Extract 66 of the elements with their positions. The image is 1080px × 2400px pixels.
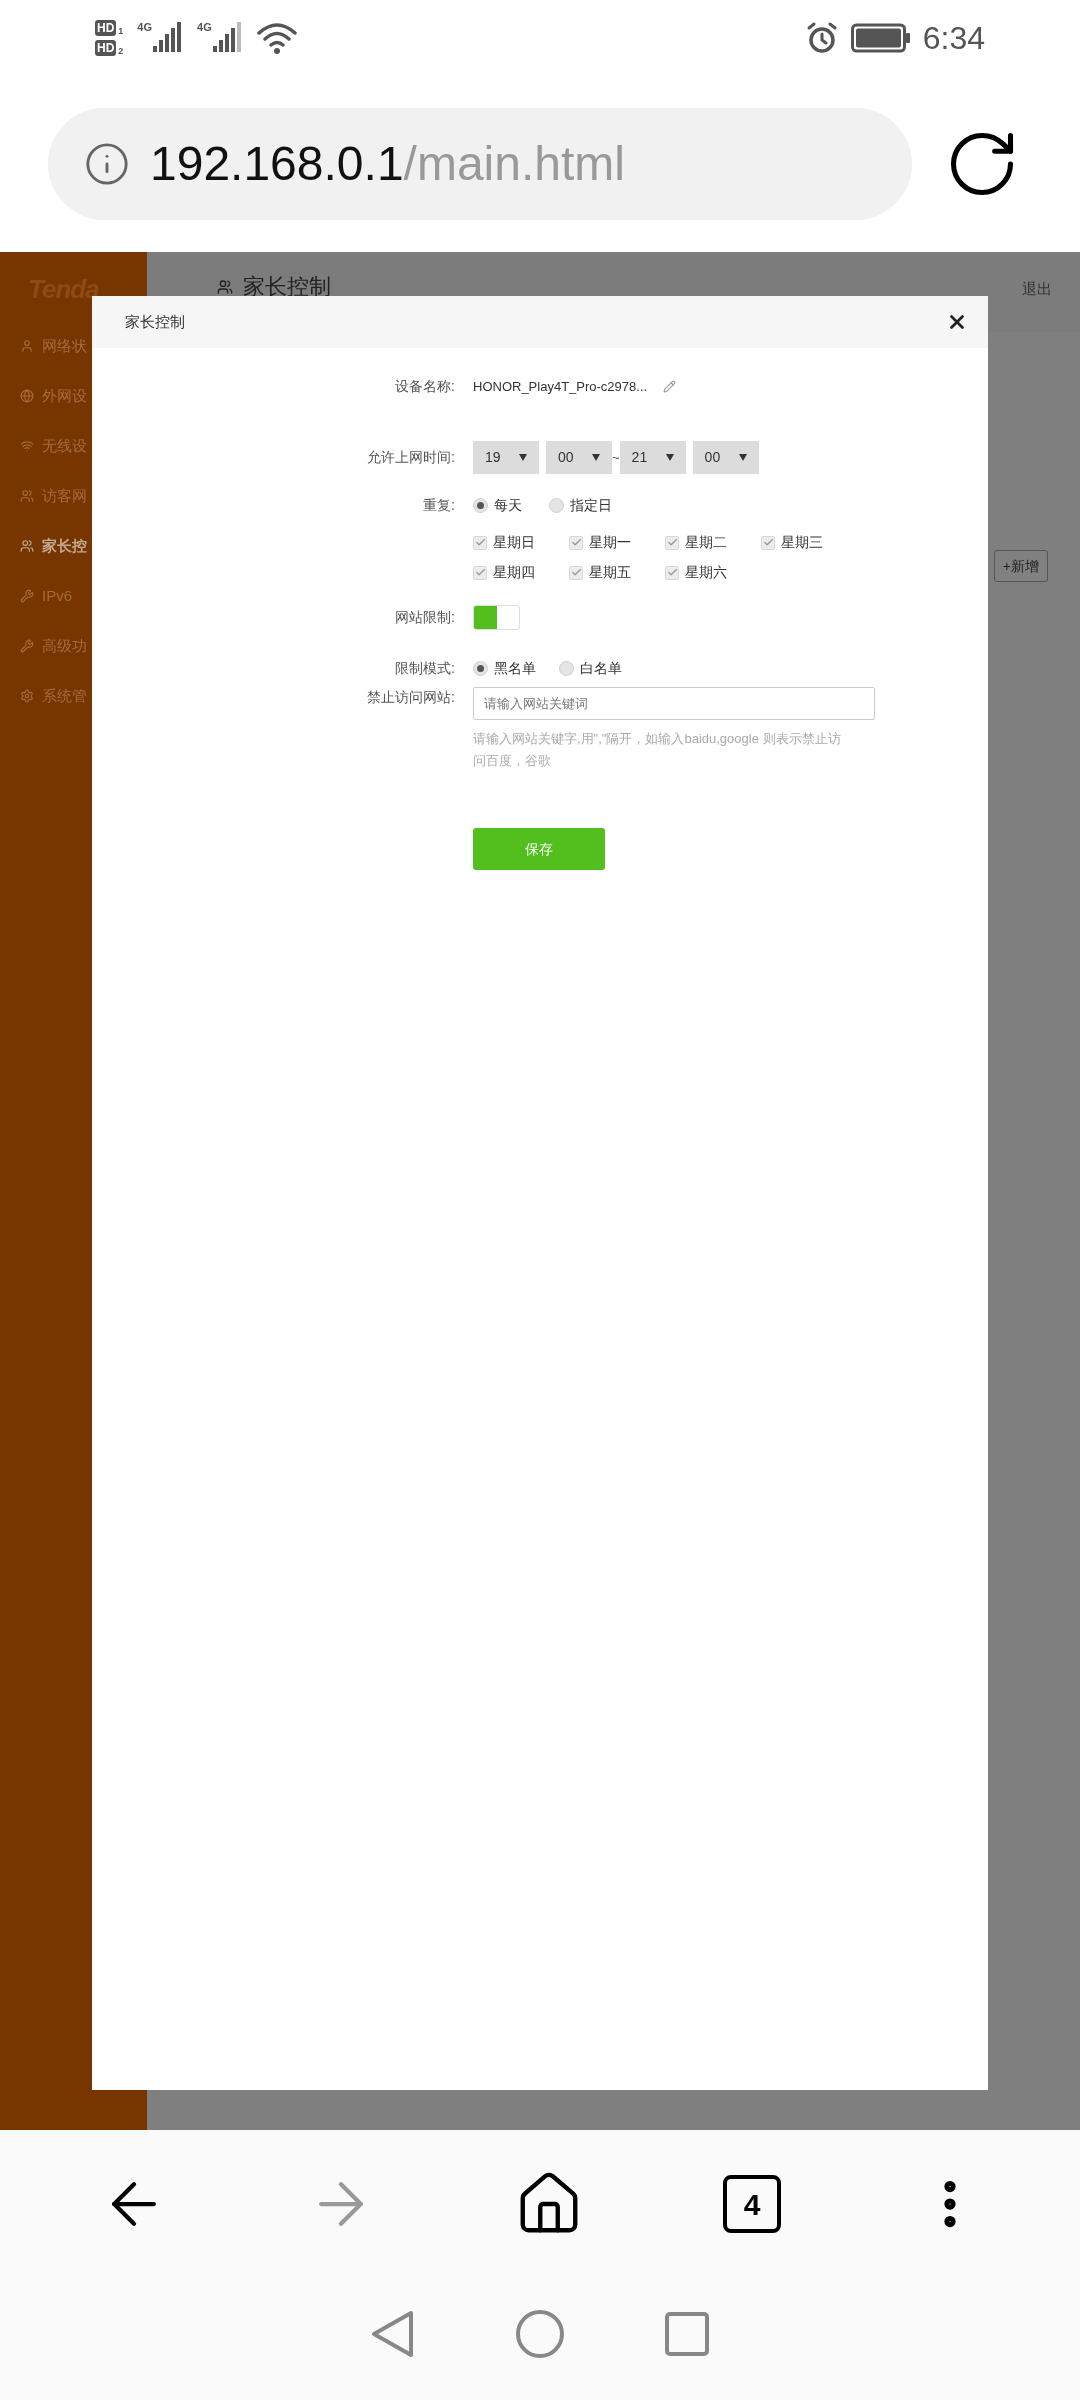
- radio-button[interactable]: [559, 661, 574, 676]
- checkbox-label: 星期三: [781, 533, 823, 552]
- keyword-input[interactable]: 请输入网站关键词: [473, 687, 875, 720]
- device-name: HONOR_Play4T_Pro-c2978...: [473, 377, 648, 396]
- sidebar-item[interactable]: IPv6: [0, 571, 147, 621]
- checkbox-label: 星期二: [685, 533, 727, 552]
- field-label: 允许上网时间:: [367, 448, 455, 467]
- radio-label: 指定日: [570, 496, 612, 515]
- field-label: 禁止访问网站:: [367, 688, 455, 707]
- sidebar-item[interactable]: 家长控: [0, 521, 147, 571]
- network-type: 4G: [137, 21, 153, 33]
- toggle-switch[interactable]: [473, 605, 520, 630]
- save-button[interactable]: 保存: [473, 828, 605, 870]
- checkbox-label: 星期五: [589, 563, 631, 582]
- address-bar[interactable]: 192.168.0.1/main.html: [48, 107, 912, 220]
- checkbox-label: 星期六: [685, 563, 727, 582]
- back-nav-icon[interactable]: [371, 2310, 415, 2358]
- sim-badge: HD: [95, 39, 117, 56]
- page-title: 家长控制: [243, 273, 331, 301]
- sidebar-item[interactable]: 无线设: [0, 421, 147, 471]
- time-select[interactable]: 00: [546, 441, 612, 474]
- info-icon[interactable]: [84, 140, 130, 187]
- sim-badge: HD: [95, 19, 117, 36]
- caret-icon: [519, 454, 527, 461]
- sim-slot: 2: [118, 46, 124, 56]
- field-label: 网站限制:: [395, 608, 455, 627]
- hint-text: 请输入网站关键字,用","隔开，如输入baidu,google 则表示禁止访问百度，谷歌: [473, 730, 842, 770]
- battery-icon: [850, 22, 911, 53]
- checkbox-label: 星期一: [589, 533, 631, 552]
- logout-link[interactable]: 退出: [1022, 278, 1052, 301]
- time-select[interactable]: 19: [473, 441, 539, 474]
- home-nav-icon[interactable]: [515, 2309, 565, 2359]
- caret-icon: [738, 454, 747, 461]
- recents-nav-icon[interactable]: [665, 2312, 709, 2356]
- caret-icon: [665, 454, 674, 461]
- sim-slot: 1: [118, 26, 124, 36]
- radio-button[interactable]: [473, 498, 488, 513]
- caret-icon: [592, 454, 600, 461]
- radio-button[interactable]: [473, 661, 488, 676]
- users-icon: [217, 278, 233, 295]
- tab-count-button[interactable]: 4: [723, 2175, 782, 2233]
- network-type: 4G: [197, 21, 212, 33]
- clock-time: 6:34: [922, 18, 985, 58]
- edit-icon[interactable]: [663, 380, 677, 393]
- sidebar-item[interactable]: 高级功: [0, 621, 147, 671]
- checkbox-label: 星期日: [493, 533, 535, 552]
- sidebar-item[interactable]: 访客网: [0, 471, 147, 521]
- signal-icon: [153, 21, 184, 54]
- separator: ~: [612, 448, 620, 467]
- field-label: 设备名称:: [395, 377, 455, 396]
- radio-label: 每天: [494, 496, 522, 515]
- url-text: 192.168.0.1/main.html: [150, 135, 625, 192]
- time-select[interactable]: 21: [619, 441, 686, 474]
- field-label: 重复:: [423, 496, 455, 515]
- sidebar-item[interactable]: 外网设: [0, 371, 147, 421]
- checkbox-label: 星期四: [493, 563, 535, 582]
- radio-label: 白名单: [580, 659, 622, 678]
- add-button[interactable]: +新增: [993, 550, 1048, 582]
- radio-button[interactable]: [549, 498, 564, 513]
- field-label: 限制模式:: [395, 659, 455, 678]
- wifi-icon: [256, 20, 297, 55]
- time-select[interactable]: 00: [692, 441, 759, 474]
- signal-icon: [212, 21, 243, 54]
- radio-label: 黑名单: [494, 659, 536, 678]
- sidebar-item[interactable]: 系统管: [0, 671, 147, 721]
- dialog-title: 家长控制: [125, 311, 185, 332]
